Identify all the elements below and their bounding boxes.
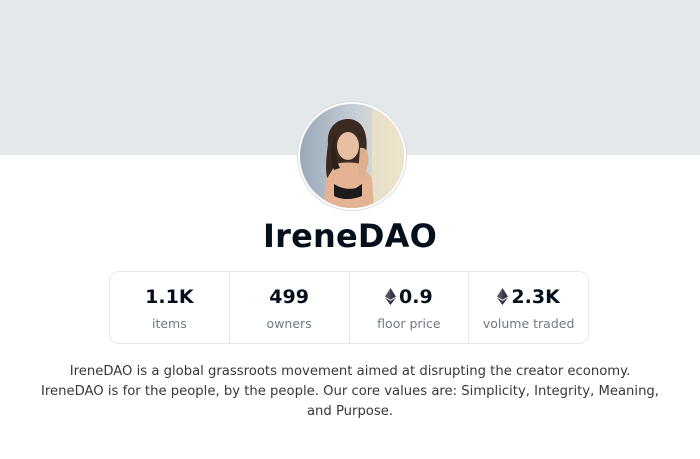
- stat-volume-traded-value-text: 2.3K: [511, 285, 560, 308]
- collection-avatar[interactable]: [298, 102, 406, 210]
- ethereum-icon: [385, 288, 397, 305]
- description-line: and Purpose.: [306, 404, 394, 419]
- stat-floor-price[interactable]: 0.9 floor price: [348, 272, 469, 343]
- description-line: IreneDAO is a global grassroots movement…: [69, 364, 631, 379]
- collection-page: IreneDAO 1.1K items 499 owners 0.9 floor…: [0, 0, 700, 459]
- stat-owners-value: 499: [269, 285, 309, 309]
- stat-items[interactable]: 1.1K items: [110, 272, 229, 343]
- stat-floor-price-value: 0.9: [385, 285, 433, 309]
- description-line: IreneDAO is for the people, by the peopl…: [40, 384, 659, 399]
- stat-floor-price-value-text: 0.9: [399, 285, 433, 308]
- stat-items-value: 1.1K: [145, 285, 193, 309]
- stat-floor-price-label: floor price: [377, 315, 441, 331]
- stat-volume-traded-label: volume traded: [482, 315, 575, 331]
- stat-items-value-text: 1.1K: [145, 285, 194, 308]
- ethereum-icon: [497, 288, 509, 305]
- stat-volume-traded-value: 2.3K: [497, 285, 560, 309]
- stat-volume-traded[interactable]: 2.3K volume traded: [468, 272, 588, 343]
- stat-owners-value-text: 499: [269, 285, 309, 308]
- stat-items-label: items: [151, 315, 187, 331]
- avatar-image: [300, 104, 404, 208]
- collection-stats: 1.1K items 499 owners 0.9 floor price 2.…: [109, 271, 589, 344]
- stat-owners-label: owners: [266, 315, 312, 331]
- stat-owners[interactable]: 499 owners: [228, 272, 349, 343]
- collection-title: IreneDAO: [262, 217, 437, 255]
- collection-description: IreneDAO is a global grassroots movement…: [40, 362, 660, 422]
